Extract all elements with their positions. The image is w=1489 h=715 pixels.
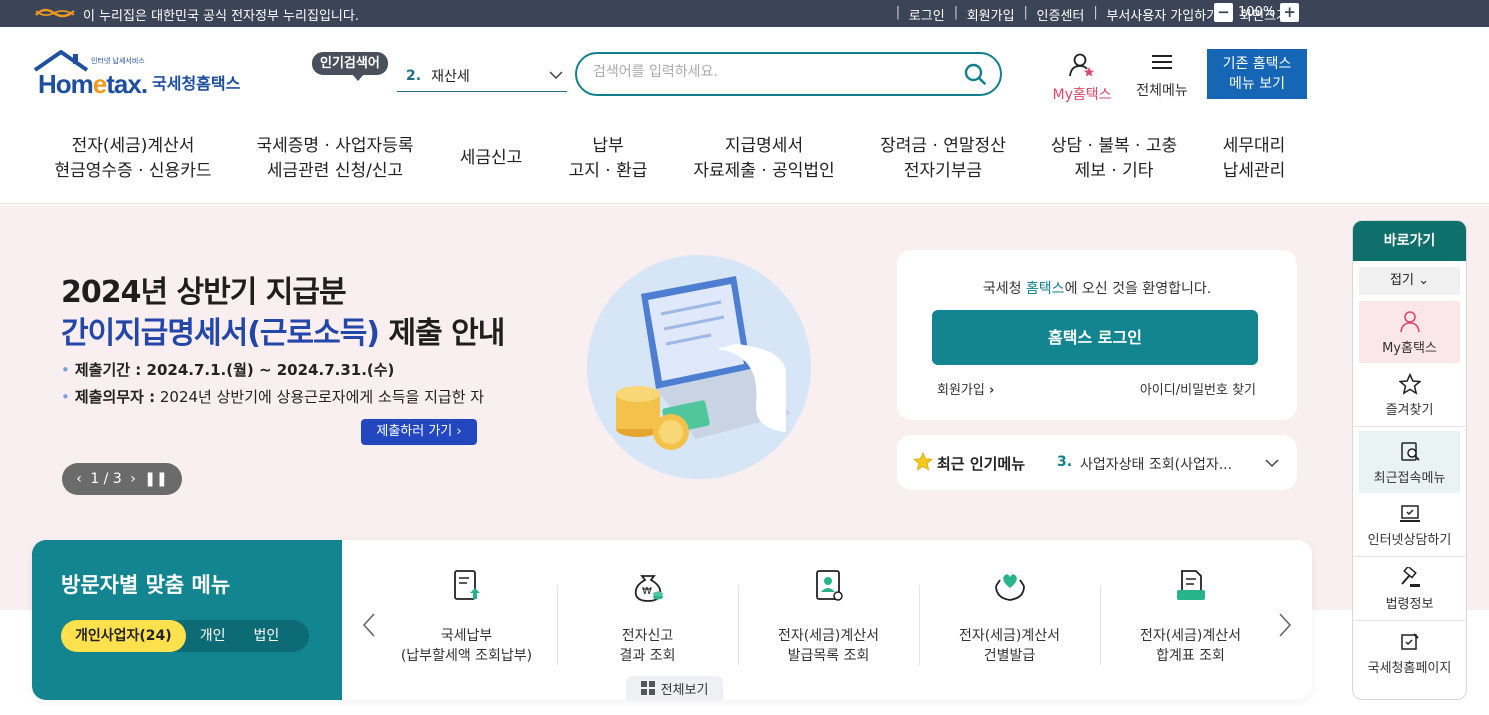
hero-obligor: 제출의무자 : 2024년 상반기에 상용근로자에게 소득을 지급한 자 xyxy=(61,386,484,407)
egov-logo-icon xyxy=(35,8,75,18)
user-star-icon xyxy=(1069,53,1094,77)
certificate-person-icon xyxy=(815,570,843,601)
zoom-in-button[interactable]: + xyxy=(1280,3,1300,22)
search-box xyxy=(575,52,1002,96)
prev-slide-icon[interactable]: ‹ xyxy=(76,471,82,487)
popular-search-badge: 인기검색어 xyxy=(312,52,388,81)
hero-period: 제출기간 : 2024.7.1.(월) ~ 2024.7.31.(수) xyxy=(61,359,395,380)
laptop-check-icon xyxy=(1399,505,1420,522)
legacy-line1: 기존 홈택스 xyxy=(1222,56,1292,72)
hand-heart-icon xyxy=(994,574,1025,601)
recent-popular-menu[interactable]: 최근 인기메뉴 3. 사업자상태 조회(사업자... xyxy=(897,435,1297,490)
recent-popular-value: 사업자상태 조회(사업자... xyxy=(1080,457,1233,473)
legacy-line2: 메뉴 보기 xyxy=(1229,76,1285,92)
my-hometax-button[interactable]: My홈택스 xyxy=(1046,52,1118,104)
gnb-e-invoice[interactable]: 전자(세금)계산서 현금영수증 · 신용카드 xyxy=(55,134,212,184)
hamburger-icon xyxy=(1152,55,1172,69)
visitor-item-e-report-result[interactable]: ₩ 전자신고 결과 조회 xyxy=(557,568,738,666)
laptop-coins-illustration xyxy=(587,255,811,479)
tab-corporation[interactable]: 법인 xyxy=(239,620,293,652)
tab-sole-proprietor[interactable]: 개인사업자(24) xyxy=(61,620,186,652)
dept-user-signup-link[interactable]: 부서사용자 가입하기 xyxy=(1093,5,1229,24)
next-slide-icon[interactable]: › xyxy=(130,471,136,487)
login-link[interactable]: 로그인 xyxy=(896,5,956,24)
view-all-label: 전체보기 xyxy=(660,682,709,698)
hero-title-line1: 2024년 상반기 지급분 xyxy=(61,275,347,310)
hometax-login-button[interactable]: 홈택스 로그인 xyxy=(932,310,1258,365)
logo-korean: 국세청홈택스 xyxy=(152,74,241,93)
all-menu-label: 전체메뉴 xyxy=(1136,83,1188,99)
svg-text:₩: ₩ xyxy=(642,586,652,597)
pause-icon[interactable]: ❚❚ xyxy=(144,471,167,487)
quick-internet-consult[interactable]: 인터넷상담하기 xyxy=(1353,493,1466,557)
visitor-menu-header: 방문자별 맞춤 메뉴 개인사업자(24) 개인 법인 xyxy=(32,540,342,700)
gavel-icon xyxy=(1400,567,1420,587)
quick-favorites[interactable]: 즐겨찾기 xyxy=(1353,363,1466,427)
slide-counter: 1 / 3 xyxy=(90,471,122,487)
zoom-out-button[interactable]: − xyxy=(1214,3,1233,22)
gnb-payment-statement[interactable]: 지급명세서 자료제출 · 공익법인 xyxy=(693,134,834,184)
chevron-down-icon xyxy=(1265,459,1279,468)
document-search-icon xyxy=(1400,442,1420,461)
find-id-password-link[interactable]: 아이디/비밀번호 찾기 xyxy=(1140,379,1256,398)
quick-menu-title: 바로가기 xyxy=(1353,221,1466,261)
recent-popular-title: 최근 인기메뉴 xyxy=(937,455,1026,473)
quick-law-info[interactable]: 법령정보 xyxy=(1353,557,1466,621)
banner-pager: ‹ 1 / 3 › ❚❚ xyxy=(62,463,182,495)
fold-button[interactable]: 접기 ⌄ xyxy=(1359,267,1460,295)
gov-notice-bar: 이 누리집은 대한민국 공식 전자정부 누리집입니다. 로그인 회원가입 인증센… xyxy=(0,0,1489,27)
zoom-value: 100% xyxy=(1238,5,1276,20)
visitor-item-tax-payment[interactable]: 국세납부 (납부할세액 조회납부) xyxy=(376,568,557,666)
popular-rank: 2. xyxy=(406,67,422,84)
login-card: 국세청 홈택스에 오신 것을 환영합니다. 홈택스 로그인 회원가입 › 아이디… xyxy=(897,250,1297,420)
visitor-item-invoice-list[interactable]: 전자(세금)계산서 발급목록 조회 xyxy=(738,568,919,666)
quick-my-hometax[interactable]: My홈택스 xyxy=(1359,301,1460,363)
star-icon xyxy=(913,452,933,471)
submit-cta-button[interactable]: 제출하러 가기 › xyxy=(361,419,477,445)
main-navigation: 전자(세금)계산서 현금영수증 · 신용카드 국세증명 · 사업자등록 세금관련 신… xyxy=(0,120,1489,204)
quick-menu: 바로가기 접기 ⌄ My홈택스 즐겨찾기 최근접속메뉴 인터넷상담하기 법령정보… xyxy=(1352,220,1467,700)
visitor-tabs: 개인사업자(24) 개인 법인 xyxy=(61,620,309,652)
gnb-tax-report[interactable]: 세금신고 xyxy=(460,146,523,171)
welcome-message: 국세청 홈택스에 오신 것을 환영합니다. xyxy=(982,281,1212,297)
grid-icon xyxy=(640,681,655,695)
document-tray-icon xyxy=(1176,570,1205,600)
popular-search-select[interactable]: 2. 재산세 xyxy=(397,60,567,92)
logo-subtitle: 인터넷 납세서비스 xyxy=(91,57,145,65)
visitor-menu-title: 방문자별 맞춤 메뉴 xyxy=(61,573,231,597)
my-hometax-label: My홈택스 xyxy=(1052,87,1112,103)
chevron-down-icon xyxy=(549,71,563,80)
cert-center-link[interactable]: 인증센터 xyxy=(1024,5,1096,24)
gov-notice-text: 이 누리집은 대한민국 공식 전자정부 누리집입니다. xyxy=(83,9,359,24)
hero-title-line2: 간이지급명세서(근로소득) 제출 안내 xyxy=(61,316,505,351)
gnb-certificate[interactable]: 국세증명 · 사업자등록 세금관련 신청/신고 xyxy=(257,134,414,184)
search-icon[interactable] xyxy=(964,63,986,85)
edit-check-icon xyxy=(1400,633,1419,650)
view-all-button[interactable]: 전체보기 xyxy=(626,676,723,700)
gnb-incentive[interactable]: 장려금 · 연말정산 전자기부금 xyxy=(880,134,1006,184)
quick-nts-homepage[interactable]: 국세청홈페이지 xyxy=(1353,621,1466,685)
star-outline-icon xyxy=(1398,373,1421,395)
chevron-left-icon[interactable] xyxy=(362,612,376,638)
tab-individual[interactable]: 개인 xyxy=(186,620,240,652)
logo-wordmark: Hometax. xyxy=(38,69,148,99)
gnb-consult[interactable]: 상담 · 불복 · 고충 제보 · 기타 xyxy=(1051,134,1177,184)
visitor-item-invoice-issue[interactable]: 전자(세금)계산서 건별발급 xyxy=(919,568,1100,666)
signup-link[interactable]: 회원가입 xyxy=(954,5,1026,24)
search-input[interactable] xyxy=(593,64,953,80)
money-bag-icon: ₩ xyxy=(634,575,663,602)
zoom-control: − 100% + xyxy=(1214,3,1300,22)
signup-link-card[interactable]: 회원가입 › xyxy=(937,379,994,398)
all-menu-button[interactable]: 전체메뉴 xyxy=(1131,52,1193,100)
gnb-payment[interactable]: 납부 고지 · 환급 xyxy=(569,134,648,184)
legacy-menu-button[interactable]: 기존 홈택스 메뉴 보기 xyxy=(1207,49,1307,99)
visitor-item-invoice-summary[interactable]: 전자(세금)계산서 합계표 조회 xyxy=(1100,568,1281,666)
popular-term: 재산세 xyxy=(431,68,470,85)
recent-popular-rank: 3. xyxy=(1057,454,1073,470)
hometax-logo[interactable]: 인터넷 납세서비스 Hometax. 국세청홈택스 xyxy=(33,50,248,100)
user-icon xyxy=(1399,311,1420,333)
document-upload-icon xyxy=(453,570,480,600)
quick-recent-menu[interactable]: 최근접속메뉴 xyxy=(1359,431,1460,493)
gnb-tax-agent[interactable]: 세무대리 납세관리 xyxy=(1223,134,1286,184)
